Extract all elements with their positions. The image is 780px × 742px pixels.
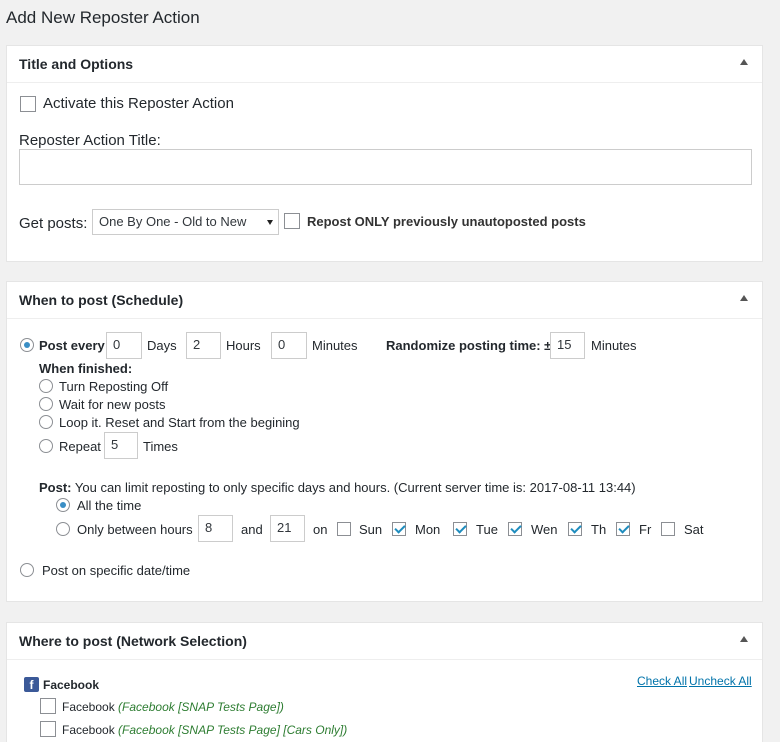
wait-new-label: Wait for new posts <box>59 397 166 412</box>
repeat-label: Repeat <box>59 439 101 454</box>
randomize-label: Randomize posting time: ± <box>386 338 552 353</box>
on-label: on <box>313 522 328 537</box>
day-label-th: Th <box>591 522 607 537</box>
network-heading: Where to post (Network Selection) <box>19 633 247 649</box>
days-input[interactable]: 0 <box>106 332 142 359</box>
hours-input[interactable]: 2 <box>186 332 221 359</box>
hours-label: Hours <box>226 338 261 353</box>
title-options-heading: Title and Options <box>19 56 134 72</box>
day-checkbox-tue[interactable] <box>453 522 467 536</box>
collapse-arrow-icon[interactable] <box>740 59 748 65</box>
post-every-label: Post every: <box>39 338 110 353</box>
randomize-input[interactable]: 15 <box>550 332 585 359</box>
to-hour-input[interactable]: 21 <box>270 515 305 542</box>
times-label: Times <box>143 439 178 454</box>
loop-radio[interactable] <box>39 415 53 429</box>
get-posts-select[interactable]: One By One - Old to New <box>92 209 279 235</box>
collapse-arrow-icon[interactable] <box>740 636 748 642</box>
day-label-mon: Mon <box>415 522 441 537</box>
repost-only-label: Repost ONLY previously unautoposted post… <box>307 214 586 229</box>
day-checkbox-fr[interactable] <box>616 522 630 536</box>
and-label: and <box>241 522 263 537</box>
account-checkbox[interactable] <box>40 721 56 737</box>
day-checkbox-sat[interactable] <box>661 522 675 536</box>
day-label-sat: Sat <box>684 522 704 537</box>
specific-date-radio[interactable] <box>20 563 34 577</box>
network-panel: Where to post (Network Selection) f Face… <box>6 622 763 742</box>
post-prefix: Post: <box>39 480 72 495</box>
title-options-panel: Title and Options Activate this Reposter… <box>6 45 763 262</box>
post-note: You can limit reposting to only specific… <box>74 480 636 495</box>
turn-off-radio[interactable] <box>39 379 53 393</box>
account-detail: (Facebook [SNAP Tests Page] [Cars Only]) <box>118 723 348 737</box>
day-label-fr: Fr <box>639 522 652 537</box>
activate-label: Activate this Reposter Action <box>43 95 234 112</box>
get-posts-selected: One By One - Old to New <box>99 214 247 229</box>
facebook-icon: f <box>24 677 39 692</box>
repeat-radio[interactable] <box>39 439 53 453</box>
network-name: Facebook <box>43 678 100 692</box>
network-header[interactable]: Where to post (Network Selection) <box>7 623 762 660</box>
from-hour-input[interactable]: 8 <box>198 515 233 542</box>
day-label-sun: Sun <box>359 522 383 537</box>
account-detail: (Facebook [SNAP Tests Page]) <box>118 700 284 714</box>
account-item: Facebook (Facebook [SNAP Tests Page]) <box>62 700 284 714</box>
page-title: Add New Reposter Action <box>6 8 200 27</box>
activate-checkbox[interactable] <box>20 96 36 112</box>
all-time-radio[interactable] <box>56 498 70 512</box>
get-posts-label: Get posts: <box>19 215 88 232</box>
loop-label: Loop it. Reset and Start from the begini… <box>59 415 300 430</box>
account-name: Facebook <box>62 700 115 714</box>
days-label: Days <box>147 338 177 353</box>
day-checkbox-wen[interactable] <box>508 522 522 536</box>
post-limit-note: Post: You can limit reposting to only sp… <box>39 480 636 495</box>
turn-off-label: Turn Reposting Off <box>59 379 169 394</box>
account-checkbox[interactable] <box>40 698 56 714</box>
only-between-label: Only between hours <box>77 522 193 537</box>
day-label-wen: Wen <box>531 522 558 537</box>
specific-date-label: Post on specific date/time <box>42 563 191 578</box>
collapse-arrow-icon[interactable] <box>740 295 748 301</box>
repeat-input[interactable]: 5 <box>104 432 138 459</box>
schedule-panel: When to post (Schedule) Post every: 0 Da… <box>6 281 763 602</box>
repost-only-checkbox[interactable] <box>284 213 300 229</box>
all-time-label: All the time <box>77 498 142 513</box>
day-checkbox-th[interactable] <box>568 522 582 536</box>
wait-new-radio[interactable] <box>39 397 53 411</box>
title-options-header[interactable]: Title and Options <box>7 46 762 83</box>
day-checkbox-mon[interactable] <box>392 522 406 536</box>
post-every-radio[interactable] <box>20 338 34 352</box>
schedule-heading: When to post (Schedule) <box>19 292 184 308</box>
title-input[interactable] <box>19 149 752 185</box>
account-item: Facebook (Facebook [SNAP Tests Page] [Ca… <box>62 723 347 737</box>
when-finished-label: When finished: <box>39 361 133 376</box>
minutes-input[interactable]: 0 <box>271 332 307 359</box>
title-label: Reposter Action Title: <box>19 132 161 149</box>
day-label-tue: Tue <box>476 522 498 537</box>
day-checkbox-sun[interactable] <box>337 522 351 536</box>
minutes-label: Minutes <box>312 338 358 353</box>
check-all-link[interactable]: Check All <box>637 674 687 688</box>
dropdown-arrow-icon <box>267 220 273 225</box>
uncheck-all-link[interactable]: Uncheck All <box>689 674 752 688</box>
account-name: Facebook <box>62 723 115 737</box>
only-between-radio[interactable] <box>56 522 70 536</box>
schedule-header[interactable]: When to post (Schedule) <box>7 282 762 319</box>
randomize-unit: Minutes <box>591 338 637 353</box>
